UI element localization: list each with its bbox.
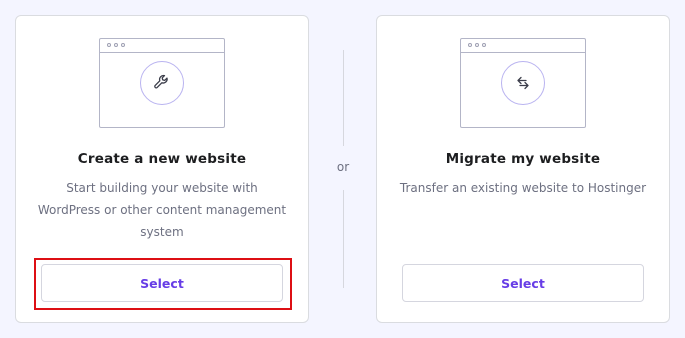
window-dots xyxy=(107,43,125,47)
create-website-select-button[interactable]: Select xyxy=(41,264,283,302)
window-dots xyxy=(468,43,486,47)
wrench-icon xyxy=(140,61,184,105)
migrate-website-title: Migrate my website xyxy=(445,151,601,167)
migrate-website-select-button[interactable]: Select xyxy=(402,264,644,302)
migrate-website-card[interactable]: Migrate my website Transfer an existing … xyxy=(376,15,670,323)
create-website-description: Start building your website with WordPre… xyxy=(37,181,287,239)
divider-line-bottom xyxy=(343,190,344,288)
create-website-title: Create a new website xyxy=(77,151,247,167)
divider-line-top xyxy=(343,50,344,146)
create-website-card[interactable]: Create a new website Start building your… xyxy=(15,15,309,323)
migrate-website-description: Transfer an existing website to Hostinge… xyxy=(399,181,647,195)
arrows-swap-icon xyxy=(501,61,545,105)
or-label: or xyxy=(336,160,350,174)
browser-window-illustration xyxy=(460,38,586,128)
browser-window-illustration xyxy=(99,38,225,128)
